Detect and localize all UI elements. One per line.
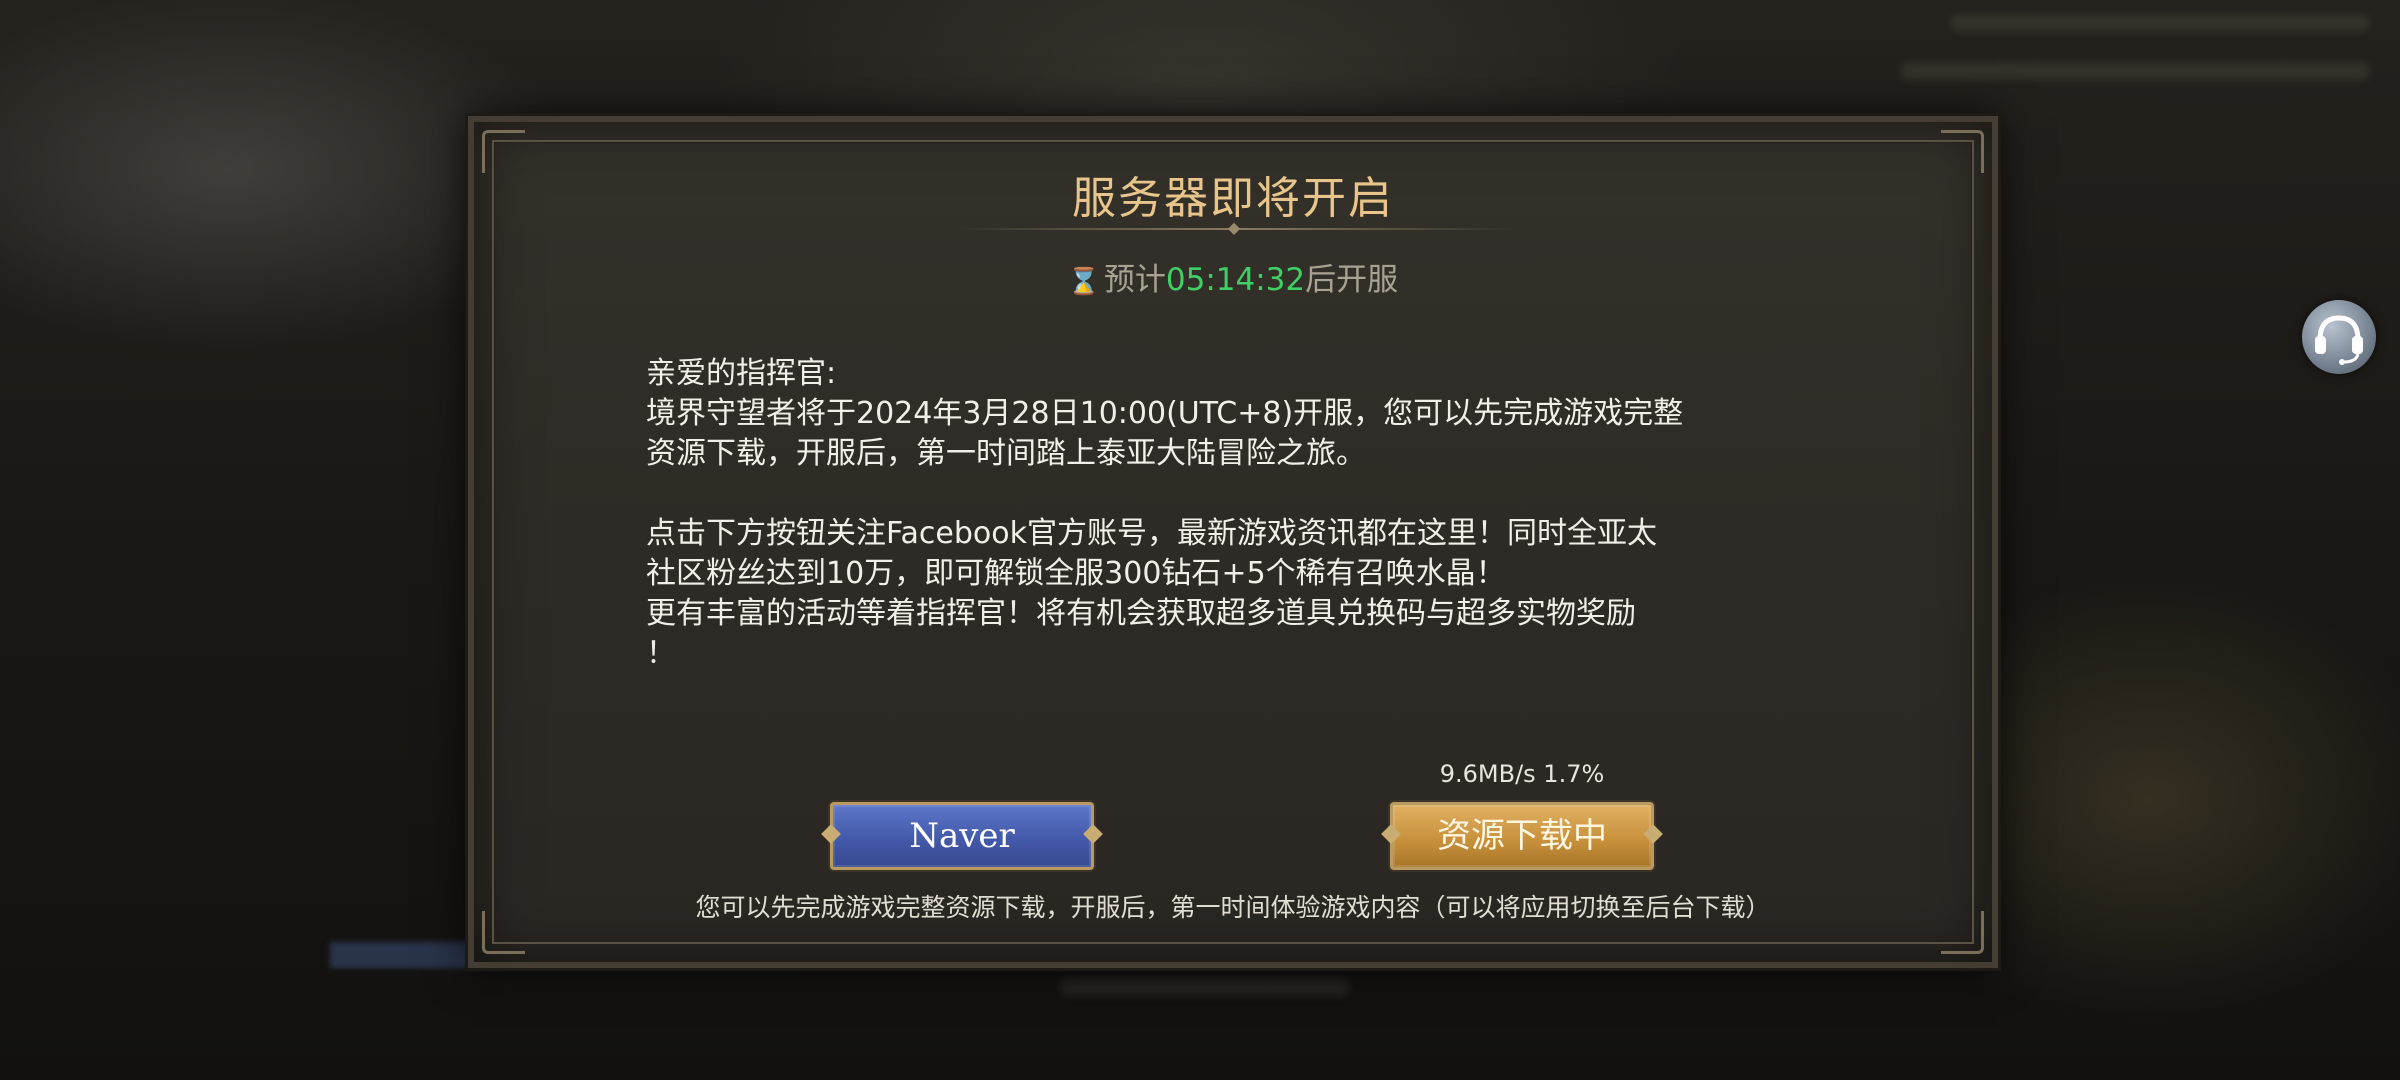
background-blurred-text [1950, 14, 2370, 32]
countdown-suffix: 后开服 [1305, 262, 1399, 298]
announcement-line: 更有丰富的活动等着指挥官！将有机会获取超多道具兑换码与超多实物奖励 [646, 596, 1636, 631]
server-opening-dialog: 服务器即将开启 ◆ ⌛ 预计05:14:32后开服 亲爱的指挥官: 境界守望者将于… [468, 116, 1998, 968]
divider-ornament: ◆ [1227, 218, 1241, 237]
background-blurred-text [1900, 62, 2370, 80]
announcement-body: 亲爱的指挥官: 境界守望者将于2024年3月28日10:00(UTC+8)开服，… [646, 354, 1776, 674]
announcement-line: 资源下载，开服后，第一时间踏上泰亚大陆冒险之旅。 [646, 436, 1366, 471]
download-resources-button[interactable]: 资源下载中 [1390, 802, 1654, 870]
headset-icon [2315, 315, 2363, 365]
customer-support-button[interactable] [2302, 300, 2376, 374]
naver-button[interactable]: Naver [830, 802, 1094, 870]
download-speed: 9.6MB/s 1.7% [1439, 760, 1605, 788]
download-hint: 您可以先完成游戏完整资源下载，开服后，第一时间体验游戏内容（可以将应用切换至后台… [695, 893, 1771, 922]
countdown: ⌛ 预计05:14:32后开服 [474, 254, 1992, 299]
announcement-line: 境界守望者将于2024年3月28日10:00(UTC+8)开服，您可以先完成游戏… [646, 396, 1684, 431]
countdown-prefix: 预计 [1103, 262, 1166, 298]
hourglass-icon: ⌛ [1067, 267, 1101, 297]
announcement-line: 社区粉丝达到10万，即可解锁全服300钻石+5个稀有召唤水晶！ [646, 556, 1506, 591]
countdown-time: 05:14:32 [1165, 262, 1306, 298]
dialog-title: 服务器即将开启 [1072, 173, 1394, 224]
background-blurred-text [1060, 978, 1350, 996]
greeting: 亲爱的指挥官: [646, 356, 837, 391]
announcement-line: 点击下方按钮关注Facebook官方账号，最新游戏资讯都在这里！同时全亚太 [646, 516, 1657, 551]
announcement-line: ！ [646, 636, 676, 671]
